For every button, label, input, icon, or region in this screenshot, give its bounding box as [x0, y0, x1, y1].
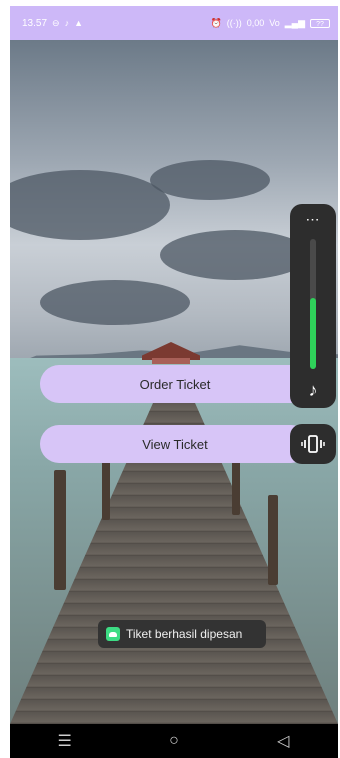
signal-icon: ▂▄▆ — [284, 18, 305, 28]
toast-notification: Tiket berhasil dipesan — [98, 620, 266, 648]
notification-circle-icon: ⊖ — [52, 18, 60, 28]
navigation-bar: ☰ ○ ◁ — [10, 724, 338, 758]
phone-screen: 13.57 ⊖ ♪ ▲ ⏰ ((·)) 0,00 Vo ▂▄▆ ?? Order… — [10, 6, 338, 758]
cloud — [150, 160, 270, 200]
clock: 13.57 — [22, 17, 48, 29]
warning-icon: ▲ — [74, 18, 83, 28]
home-button[interactable]: ○ — [144, 732, 204, 750]
recent-apps-button[interactable]: ☰ — [35, 731, 95, 751]
view-ticket-button[interactable]: View Ticket — [40, 425, 310, 463]
back-button[interactable]: ◁ — [253, 731, 313, 751]
vibrate-icon — [301, 435, 325, 453]
cloud — [10, 170, 170, 240]
status-bar: 13.57 ⊖ ♪ ▲ ⏰ ((·)) 0,00 Vo ▂▄▆ ?? — [10, 6, 338, 40]
status-left: 13.57 ⊖ ♪ ▲ — [22, 18, 83, 29]
battery-icon: ?? — [310, 18, 330, 28]
hotspot-icon: ((·)) — [226, 18, 242, 28]
volume-panel: ⋯ ♪ — [290, 204, 336, 408]
cloud — [40, 280, 190, 325]
more-options-icon[interactable]: ⋯ — [290, 212, 336, 226]
status-right: ⏰ ((·)) 0,00 Vo ▂▄▆ ?? — [210, 18, 330, 28]
tiktok-icon: ♪ — [64, 18, 70, 28]
pier-post — [54, 470, 66, 590]
android-icon — [106, 627, 120, 641]
music-note-icon[interactable]: ♪ — [290, 380, 336, 401]
gazebo-base — [152, 358, 190, 364]
pier-post — [102, 460, 110, 520]
vibrate-mode-button[interactable] — [290, 424, 336, 464]
cloud — [160, 230, 310, 280]
alarm-icon: ⏰ — [210, 18, 222, 28]
volte-icon: Vo — [269, 18, 280, 28]
network-speed-icon: 0,00 — [246, 18, 265, 28]
order-ticket-button[interactable]: Order Ticket — [40, 365, 310, 403]
toast-message: Tiket berhasil dipesan — [126, 627, 243, 641]
volume-slider[interactable] — [310, 239, 316, 369]
volume-level — [310, 297, 316, 369]
pier-post — [268, 495, 278, 585]
pier-post — [232, 460, 240, 515]
